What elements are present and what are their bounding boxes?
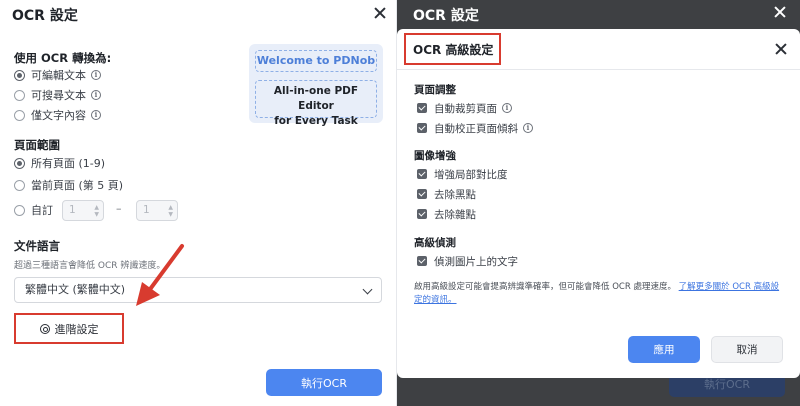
- checkbox-checked-icon[interactable]: [417, 256, 427, 266]
- radio-icon[interactable]: [14, 179, 25, 191]
- info-icon[interactable]: i: [523, 123, 533, 133]
- checkbox-label: 偵測圖片上的文字: [434, 255, 518, 268]
- page-range-title: 頁面範圍: [14, 138, 60, 152]
- range-from-stepper[interactable]: 1 ▲ ▼: [62, 200, 104, 221]
- checkbox-label: 去除雜點: [434, 208, 476, 221]
- radio-label: 所有頁面 (1-9): [31, 157, 106, 170]
- promo-tagline: All-in-one PDF Editor for Every Task: [255, 80, 377, 127]
- convert-section-title: 使用 OCR 轉換為:: [14, 51, 112, 65]
- background-dialog-title: OCR 設定: [413, 8, 479, 24]
- image-enhance-title: 圖像增強: [414, 150, 456, 162]
- checkbox-remove-black-dots[interactable]: 去除黑點: [417, 186, 476, 202]
- advanced-settings-button[interactable]: 進階設定: [14, 313, 124, 344]
- checkbox-checked-icon[interactable]: [417, 209, 427, 219]
- promo-banner[interactable]: Welcome to PDNob All-in-one PDF Editor f…: [249, 44, 383, 127]
- checkbox-checked-icon[interactable]: [417, 103, 427, 113]
- stepper-arrows-icon[interactable]: ▲ ▼: [94, 204, 99, 218]
- language-select[interactable]: 繁體中文 (繁體中文): [14, 277, 382, 303]
- radio-all-pages[interactable]: 所有頁面 (1-9): [14, 155, 105, 171]
- checkbox-auto-crop[interactable]: 自動裁剪頁面 i: [417, 100, 512, 116]
- ocr-settings-dialog: OCR 設定 使用 OCR 轉換為: 可編輯文本 i 可搜尋文本 i 僅文字內容…: [0, 0, 397, 406]
- radio-icon[interactable]: [14, 204, 25, 216]
- dialog-title: OCR 設定: [12, 8, 78, 24]
- background-close-icon: [772, 4, 788, 20]
- radio-icon[interactable]: [14, 109, 25, 121]
- checkbox-label: 自動校正頁面傾斜: [434, 122, 518, 135]
- radio-label: 自訂: [31, 204, 53, 217]
- close-icon[interactable]: [773, 41, 789, 57]
- checkbox-checked-icon[interactable]: [417, 169, 427, 179]
- ocr-advanced-settings-dialog: OCR 高級設定 頁面調整 自動裁剪頁面 i 自動校正頁面傾斜 i 圖像增強 增…: [397, 29, 800, 378]
- checkbox-checked-icon[interactable]: [417, 123, 427, 133]
- range-to-value: 1: [143, 204, 150, 216]
- radio-editable-text[interactable]: 可編輯文本 i: [14, 67, 101, 83]
- radio-custom-range[interactable]: 自訂: [14, 202, 53, 218]
- checkbox-auto-deskew[interactable]: 自動校正頁面傾斜 i: [417, 120, 533, 136]
- stepper-arrows-icon[interactable]: ▲ ▼: [168, 204, 173, 218]
- radio-text-only[interactable]: 僅文字內容 i: [14, 107, 101, 123]
- radio-selected-icon[interactable]: [14, 157, 25, 169]
- radio-current-page[interactable]: 當前頁面 (第 5 頁): [14, 177, 123, 193]
- info-icon[interactable]: i: [502, 103, 512, 113]
- divider: [397, 69, 800, 70]
- chevron-down-icon: [362, 284, 373, 295]
- checkbox-checked-icon[interactable]: [417, 189, 427, 199]
- radio-label: 可搜尋文本: [31, 89, 86, 102]
- close-icon[interactable]: [372, 5, 388, 21]
- range-from-value: 1: [69, 204, 76, 216]
- apply-button[interactable]: 應用: [628, 336, 700, 363]
- promo-tagline-line2: for Every Task: [274, 115, 358, 127]
- range-to-stepper[interactable]: 1 ▲ ▼: [136, 200, 178, 221]
- range-separator: –: [116, 202, 122, 215]
- advanced-settings-label: 進階設定: [54, 322, 99, 336]
- checkbox-detect-image-text[interactable]: 偵測圖片上的文字: [417, 253, 518, 269]
- language-selected-value: 繁體中文 (繁體中文): [25, 283, 126, 296]
- checkbox-local-contrast[interactable]: 增強局部對比度: [417, 166, 508, 182]
- radio-label: 當前頁面 (第 5 頁): [31, 179, 124, 192]
- radio-label: 僅文字內容: [31, 109, 86, 122]
- promo-tagline-line1: All-in-one PDF Editor: [273, 85, 359, 112]
- radio-label: 可編輯文本: [31, 69, 86, 82]
- radio-selected-icon[interactable]: [14, 69, 25, 81]
- info-icon[interactable]: i: [91, 70, 101, 80]
- info-icon[interactable]: i: [91, 110, 101, 120]
- modal-overlay: OCR 設定 執行OCR OCR 高級設定 頁面調整 自動裁剪頁面 i 自動校正…: [397, 0, 800, 406]
- run-ocr-button[interactable]: 執行OCR: [266, 369, 382, 396]
- language-title: 文件語言: [14, 239, 60, 253]
- checkbox-label: 自動裁剪頁面: [434, 102, 497, 115]
- advanced-dialog-title: OCR 高級設定: [413, 43, 494, 57]
- promo-headline: Welcome to PDNob: [255, 50, 377, 72]
- gear-icon: [39, 323, 50, 334]
- red-arrow-annotation: [136, 244, 184, 306]
- note-text: 啟用高級設定可能會提高辨識準確率，但可能會降低 OCR 處理速度。: [414, 282, 676, 292]
- info-icon[interactable]: i: [91, 90, 101, 100]
- checkbox-label: 去除黑點: [434, 188, 476, 201]
- advanced-detect-title: 高級偵測: [414, 237, 456, 249]
- radio-icon[interactable]: [14, 89, 25, 101]
- checkbox-label: 增強局部對比度: [434, 168, 508, 181]
- checkbox-remove-noise[interactable]: 去除雜點: [417, 206, 476, 222]
- cancel-button[interactable]: 取消: [711, 336, 783, 363]
- radio-searchable-text[interactable]: 可搜尋文本 i: [14, 87, 101, 103]
- page-adjust-title: 頁面調整: [414, 84, 456, 96]
- advanced-note: 啟用高級設定可能會提高辨識準確率，但可能會降低 OCR 處理速度。 了解更多關於…: [414, 281, 784, 307]
